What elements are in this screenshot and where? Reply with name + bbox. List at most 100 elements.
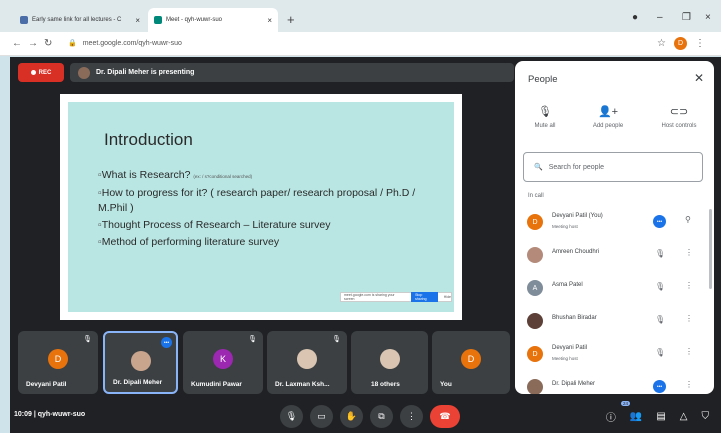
share-notice-text: meet.google.com is sharing your screen: [344, 293, 395, 301]
list-item[interactable]: Bhushan Biradar 🎙 ⋮: [515, 305, 714, 338]
participant-list: D Devyani Patil (You) Meeting host ••• ⚲…: [515, 206, 714, 394]
slide-bullets: ▫What is Research? (ex: / s?conditional …: [98, 168, 418, 252]
list-item[interactable]: D Devyani Patil (You) Meeting host ••• ⚲: [515, 206, 714, 239]
new-tab-icon[interactable]: +: [287, 12, 295, 27]
camera-button[interactable]: ▭: [310, 405, 333, 428]
presenter-avatar: [78, 66, 90, 79]
participant-name: Devyani Patil (You): [552, 213, 603, 219]
more-icon[interactable]: ⋮: [685, 347, 693, 356]
close-icon[interactable]: ✕: [694, 71, 704, 85]
tab-label: Early same link for all lectures - C: [32, 17, 122, 23]
tab-lectures[interactable]: Early same link for all lectures - C ×: [14, 8, 146, 32]
maximize-icon[interactable]: ❐: [682, 12, 691, 23]
url-field[interactable]: 🔒 meet.google.com/qyh-wuwr-suo: [68, 39, 182, 47]
tile-dipali[interactable]: ••• Dr. Dipali Meher: [103, 331, 178, 394]
slide-bullet: ▫What is Research? (ex: / s?conditional …: [98, 169, 253, 181]
tile-laxman[interactable]: 🎙 Dr. Laxman Ksh...: [267, 331, 347, 394]
scrollbar[interactable]: [709, 209, 712, 289]
recording-badge: REC: [18, 63, 64, 82]
back-icon[interactable]: ←: [12, 38, 22, 49]
pin-icon[interactable]: ⚲: [685, 215, 691, 224]
list-item[interactable]: Amreen Choudhri 🎙 ⋮: [515, 239, 714, 272]
people-panel: People ✕ 🎙 Mute all 👤+ Add people ⊂⊃ Hos…: [515, 61, 714, 394]
record-dot-icon: [30, 70, 36, 75]
activities-icon[interactable]: △: [680, 411, 688, 422]
mic-button[interactable]: 🎙: [280, 405, 303, 428]
camera-icon: ▭: [317, 411, 326, 421]
tile-others[interactable]: 18 others: [351, 331, 428, 394]
url-text: meet.google.com/qyh-wuwr-suo: [82, 40, 182, 47]
participant-name: Devyani Patil: [552, 345, 588, 351]
forward-icon[interactable]: →: [28, 38, 38, 49]
avatar: A: [527, 280, 543, 296]
rec-label: REC: [38, 69, 52, 76]
present-button[interactable]: ⧉: [370, 405, 393, 428]
tile-name: Dr. Dipali Meher: [113, 379, 163, 386]
meet-favicon-icon: [154, 16, 162, 24]
profile-avatar[interactable]: D: [674, 37, 687, 50]
mic-off-icon: 🎙: [83, 336, 92, 343]
chat-icon[interactable]: ▤: [656, 411, 665, 422]
mic-off-icon[interactable]: 🎙: [655, 315, 665, 324]
avatar: [297, 349, 317, 369]
close-tab-icon[interactable]: ×: [267, 16, 272, 25]
mic-off-icon[interactable]: 🎙: [655, 282, 665, 291]
slide-bullet: ▫Thought Process of Research – Literatur…: [98, 219, 331, 231]
tile-name: You: [440, 381, 452, 388]
toggle-icon: ⊂⊃: [669, 106, 689, 118]
section-label: In call: [528, 193, 544, 199]
people-icon[interactable]: 👥: [630, 411, 642, 422]
close-window-icon[interactable]: ×: [705, 12, 711, 23]
participant-name: Bhushan Biradar: [552, 315, 597, 321]
reload-icon[interactable]: ↻: [44, 38, 52, 49]
hand-icon: ✋: [345, 411, 358, 421]
search-icon: 🔍: [534, 164, 543, 171]
record-indicator-icon: ●: [632, 12, 639, 23]
avatar: [527, 313, 543, 329]
tab-label: Meet - qyh-wuwr-suo: [166, 17, 223, 23]
tab-favicon-icon: [20, 16, 28, 24]
add-people-button[interactable]: 👤+ Add people: [578, 105, 638, 129]
more-icon[interactable]: ⋮: [685, 380, 693, 389]
tab-meet[interactable]: Meet - qyh-wuwr-suo ×: [148, 8, 278, 32]
more-icon: ⋮: [407, 411, 416, 421]
mic-off-icon: 🎙: [332, 336, 341, 343]
hide-button[interactable]: Hide: [444, 295, 451, 299]
bookmark-star-icon[interactable]: ☆: [657, 38, 666, 49]
tile-devyani[interactable]: 🎙 D Devyani Patil: [18, 331, 98, 394]
browser-menu-icon[interactable]: ⋮: [695, 38, 705, 49]
more-options-button[interactable]: ⋮: [400, 405, 423, 428]
minimize-icon[interactable]: –: [657, 12, 663, 23]
more-icon[interactable]: ⋮: [685, 281, 693, 290]
raise-hand-button[interactable]: ✋: [340, 405, 363, 428]
participant-name: Dr. Dipali Meher: [552, 381, 596, 387]
bottom-bar: 10:09 | qyh-wuwr-suo 🎙 ▭ ✋ ⧉ ⋮ ☎ 24 ⓘ 👥 …: [10, 400, 721, 433]
close-tab-icon[interactable]: ×: [135, 16, 140, 25]
mute-all-button[interactable]: 🎙 Mute all: [515, 105, 575, 129]
mic-off-icon[interactable]: 🎙: [655, 348, 665, 357]
avatar: [527, 379, 543, 394]
search-input[interactable]: 🔍 Search for people: [523, 152, 703, 182]
speaking-icon: •••: [161, 337, 172, 348]
participant-role: Meeting host: [552, 356, 578, 361]
stop-sharing-button[interactable]: Stop sharing: [411, 292, 438, 302]
host-controls-button[interactable]: ⊂⊃ Host controls: [649, 105, 709, 129]
leave-call-button[interactable]: ☎: [430, 405, 460, 428]
mic-icon: 🎙: [285, 411, 298, 421]
more-icon[interactable]: ⋮: [685, 314, 693, 323]
host-controls-icon[interactable]: ⛉: [702, 411, 710, 422]
list-item[interactable]: D Devyani Patil Meeting host 🎙 ⋮: [515, 338, 714, 371]
mic-off-icon[interactable]: 🎙: [655, 249, 665, 258]
avatar: D: [527, 214, 543, 230]
tile-you[interactable]: D You: [432, 331, 510, 394]
search-placeholder: Search for people: [548, 163, 604, 171]
list-item[interactable]: Dr. Dipali Meher ••• ⋮: [515, 371, 714, 394]
list-item[interactable]: A Asma Patel 🎙 ⋮: [515, 272, 714, 305]
screen-share-notice: meet.google.com is sharing your screen S…: [340, 292, 452, 302]
avatar: D: [461, 349, 481, 369]
more-icon[interactable]: ⋮: [685, 248, 693, 257]
avatar: [527, 247, 543, 263]
tile-kumudini[interactable]: 🎙 K Kumudini Pawar: [183, 331, 263, 394]
info-icon[interactable]: ⓘ: [606, 409, 616, 424]
slide-title: Introduction: [104, 130, 193, 149]
